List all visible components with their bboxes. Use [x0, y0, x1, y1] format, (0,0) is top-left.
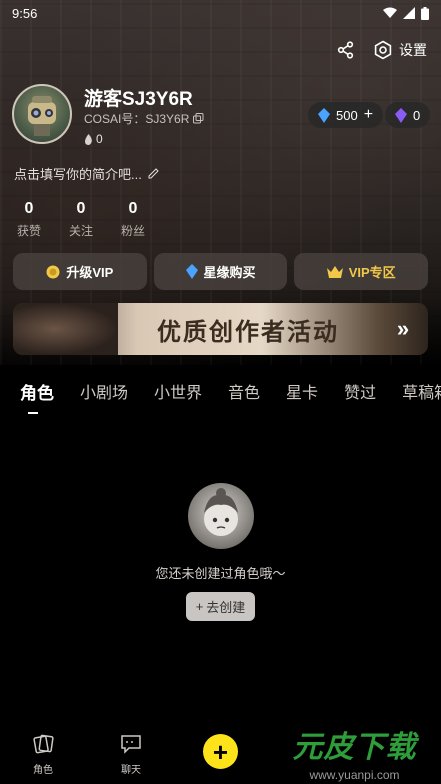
avatar[interactable] [12, 84, 72, 144]
signal-icon [403, 7, 415, 19]
coin-icon [46, 265, 60, 278]
robot-avatar-image [28, 96, 56, 136]
create-role-button[interactable]: + 去创建 [186, 592, 255, 621]
blue-gem-value: 500 [336, 107, 358, 123]
watermark-url: www.yuanpi.com [309, 768, 400, 782]
star-purchase-button[interactable]: 星缘购买 [153, 253, 288, 290]
bio-placeholder: 点击填写你的简介吧... [14, 167, 142, 182]
create-fab-button[interactable]: + [203, 734, 238, 769]
stat-following[interactable]: 0 关注 [66, 200, 96, 239]
stat-following-value: 0 [76, 200, 86, 217]
wifi-icon [383, 7, 397, 18]
fire-count: 0 [84, 132, 103, 146]
stat-followers-label: 粉丝 [120, 224, 145, 238]
upgrade-vip-button[interactable]: 升级VIP [13, 253, 147, 290]
status-time: 9:56 [12, 5, 38, 21]
chat-bubble-icon [121, 735, 141, 754]
crown-icon [326, 265, 343, 278]
stat-following-label: 关注 [68, 224, 93, 238]
tab-small-world[interactable]: 小世界 [141, 379, 215, 403]
status-icons [383, 6, 429, 20]
stat-followers-value: 0 [128, 200, 138, 217]
tab-roles[interactable]: 角色 [0, 379, 67, 414]
nav-roles-label: 角色 [33, 765, 53, 776]
stat-likes-label: 获赞 [16, 224, 41, 238]
battery-icon [421, 6, 429, 20]
settings-label: 设置 [399, 42, 427, 58]
stat-likes[interactable]: 0 获赞 [14, 200, 44, 239]
star-purchase-label: 星缘购买 [203, 265, 256, 280]
banner-title: 优质创作者活动 [157, 316, 339, 346]
nav-chat-label: 聊天 [121, 765, 141, 776]
bio[interactable]: 点击填写你的简介吧... [14, 164, 159, 183]
nav-chat[interactable]: 聊天 [120, 734, 142, 776]
cosai-id: COSAI号：SJ3Y6R [84, 110, 204, 127]
gear-icon [374, 40, 392, 60]
blue-gem-icon [318, 107, 330, 123]
status-bar: 9:56 [0, 0, 441, 26]
content-tabs: 角色 小剧场 小世界 音色 星卡 赞过 草稿箱 [0, 376, 441, 414]
purple-gem-icon [395, 107, 407, 123]
upgrade-vip-label: 升级VIP [66, 265, 114, 280]
nav-roles[interactable]: 角色 [32, 734, 54, 776]
cosai-id-text: COSAI号：SJ3Y6R [84, 112, 190, 126]
banner-artwork [13, 303, 118, 355]
creator-event-banner[interactable]: 优质创作者活动 » [13, 303, 428, 355]
settings-button[interactable]: 设置 [373, 40, 427, 60]
blue-gem-balance[interactable]: 500 + [308, 102, 384, 128]
purple-gem-balance[interactable]: 0 [385, 102, 431, 128]
flame-icon [85, 133, 92, 145]
stats-row: 0 获赞 0 关注 0 粉丝 [14, 200, 148, 239]
edit-pencil-icon [148, 168, 159, 179]
tab-liked[interactable]: 赞过 [331, 379, 389, 403]
empty-state-illustration [188, 483, 254, 549]
watermark: 元皮下载 www.yuanpi.com [272, 722, 437, 782]
tab-voices[interactable]: 音色 [215, 379, 273, 403]
action-buttons: 升级VIP 星缘购买 VIP专区 [13, 253, 429, 290]
fire-count-value: 0 [96, 132, 103, 146]
add-icon: + [363, 106, 374, 123]
stat-likes-value: 0 [24, 200, 34, 217]
purple-gem-value: 0 [413, 107, 421, 123]
plus-icon: + [212, 736, 229, 767]
diamond-icon [185, 264, 198, 279]
create-role-label: 去创建 [206, 600, 246, 615]
empty-state-message: 您还未创建过角色哦～ [155, 566, 286, 581]
vip-zone-label: VIP专区 [348, 265, 396, 280]
top-actions: 设置 [337, 40, 427, 60]
double-chevron-right-icon: » [396, 316, 410, 341]
tab-theater[interactable]: 小剧场 [67, 379, 141, 403]
tab-star-cards[interactable]: 星卡 [273, 379, 331, 403]
watermark-title: 元皮下载 [292, 731, 417, 764]
share-icon[interactable] [337, 41, 355, 59]
character-face-image [204, 488, 238, 536]
tab-drafts[interactable]: 草稿箱 [389, 379, 441, 403]
username: 游客SJ3Y6R [84, 89, 193, 110]
stat-followers[interactable]: 0 粉丝 [118, 200, 148, 239]
vip-zone-button[interactable]: VIP专区 [294, 253, 429, 290]
cards-icon [33, 734, 54, 754]
copy-icon[interactable] [193, 113, 204, 124]
plus-icon: + [195, 599, 204, 614]
